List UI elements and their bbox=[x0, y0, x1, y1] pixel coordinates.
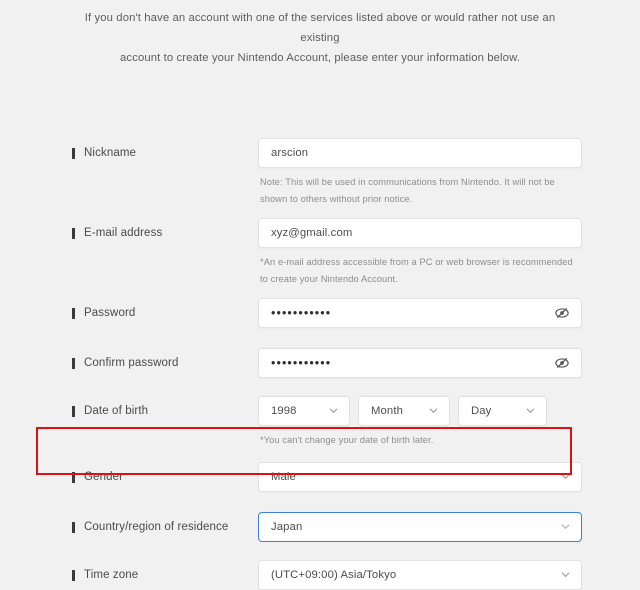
signup-form-page: If you don't have an account with one of… bbox=[0, 0, 640, 590]
field-row-timezone: Time zone (UTC+09:00) Asia/Tokyo bbox=[0, 560, 640, 590]
field-row-country: Country/region of residence Japan bbox=[0, 512, 640, 543]
intro-paragraph: If you don't have an account with one of… bbox=[0, 0, 640, 68]
field-row-gender: Gender Male bbox=[0, 462, 640, 493]
confirm-password-input[interactable]: ••••••••••• bbox=[258, 348, 582, 379]
date-of-birth-note: *You can't change your date of birth lat… bbox=[260, 435, 434, 446]
required-marker-icon bbox=[72, 521, 75, 533]
label-confirm-password: Confirm password bbox=[72, 348, 258, 369]
label-password-text: Password bbox=[84, 307, 136, 320]
required-marker-icon bbox=[72, 471, 75, 483]
country-select[interactable]: Japan bbox=[258, 512, 582, 543]
birth-year-select[interactable]: 1998 bbox=[258, 396, 350, 427]
label-timezone: Time zone bbox=[72, 560, 258, 581]
field-cell-password: ••••••••••• bbox=[258, 298, 582, 329]
confirm-password-input-value: ••••••••••• bbox=[271, 356, 332, 371]
country-value: Japan bbox=[271, 521, 303, 534]
label-password: Password bbox=[72, 298, 258, 319]
nickname-note: Note: This will be used in communication… bbox=[260, 177, 555, 204]
label-nickname-text: Nickname bbox=[84, 147, 137, 160]
label-timezone-text: Time zone bbox=[84, 569, 139, 582]
label-email: E-mail address bbox=[72, 218, 258, 239]
required-marker-icon bbox=[72, 227, 75, 239]
label-date-of-birth-text: Date of birth bbox=[84, 405, 149, 418]
birth-month-select[interactable]: Month bbox=[358, 396, 450, 427]
field-row-date-of-birth: Date of birth 1998 Month Day *You can't … bbox=[0, 396, 640, 448]
required-marker-icon bbox=[72, 569, 75, 581]
intro-line-2: account to create your Nintendo Account,… bbox=[120, 51, 520, 64]
eye-slash-icon[interactable] bbox=[555, 306, 569, 320]
label-confirm-password-text: Confirm password bbox=[84, 357, 179, 370]
label-country-text: Country/region of residence bbox=[84, 521, 229, 534]
chevron-down-icon bbox=[329, 406, 338, 415]
field-cell-confirm-password: ••••••••••• bbox=[258, 348, 582, 379]
nickname-input[interactable]: arscion bbox=[258, 138, 582, 169]
label-country: Country/region of residence bbox=[72, 512, 258, 533]
email-input[interactable]: xyz@gmail.com bbox=[258, 218, 582, 249]
label-gender-text: Gender bbox=[84, 471, 124, 484]
intro-line-1: If you don't have an account with one of… bbox=[84, 12, 556, 44]
birth-day-select[interactable]: Day bbox=[458, 396, 547, 427]
chevron-down-icon bbox=[561, 472, 570, 481]
label-date-of-birth: Date of birth bbox=[72, 396, 258, 417]
date-of-birth-group: 1998 Month Day bbox=[258, 396, 582, 427]
field-cell-gender: Male bbox=[258, 462, 582, 493]
label-gender: Gender bbox=[72, 462, 258, 483]
password-input[interactable]: ••••••••••• bbox=[258, 298, 582, 329]
field-row-password: Password ••••••••••• bbox=[0, 298, 640, 329]
chevron-down-icon bbox=[561, 570, 570, 579]
required-marker-icon bbox=[72, 357, 75, 369]
required-marker-icon bbox=[72, 307, 75, 319]
field-cell-email: xyz@gmail.com *An e-mail address accessi… bbox=[258, 218, 582, 287]
birth-month-value: Month bbox=[371, 405, 403, 418]
field-row-email: E-mail address xyz@gmail.com *An e-mail … bbox=[0, 218, 640, 287]
eye-slash-icon[interactable] bbox=[555, 356, 569, 370]
label-nickname: Nickname bbox=[72, 138, 258, 159]
chevron-down-icon bbox=[526, 406, 535, 415]
email-note: *An e-mail address accessible from a PC … bbox=[260, 257, 573, 284]
required-marker-icon bbox=[72, 405, 75, 417]
birth-year-value: 1998 bbox=[271, 405, 297, 418]
password-input-value: ••••••••••• bbox=[271, 306, 332, 321]
nickname-input-value: arscion bbox=[271, 147, 309, 160]
timezone-value: (UTC+09:00) Asia/Tokyo bbox=[271, 569, 397, 582]
field-cell-nickname: arscion Note: This will be used in commu… bbox=[258, 138, 582, 207]
field-cell-country: Japan bbox=[258, 512, 582, 543]
field-row-nickname: Nickname arscion Note: This will be used… bbox=[0, 138, 640, 207]
chevron-down-icon bbox=[429, 406, 438, 415]
birth-day-value: Day bbox=[471, 405, 492, 418]
gender-value: Male bbox=[271, 471, 296, 484]
required-marker-icon bbox=[72, 147, 75, 159]
field-cell-timezone: (UTC+09:00) Asia/Tokyo bbox=[258, 560, 582, 590]
gender-select[interactable]: Male bbox=[258, 462, 582, 493]
timezone-select[interactable]: (UTC+09:00) Asia/Tokyo bbox=[258, 560, 582, 590]
label-email-text: E-mail address bbox=[84, 227, 163, 240]
field-row-confirm-password: Confirm password ••••••••••• bbox=[0, 348, 640, 379]
email-input-value: xyz@gmail.com bbox=[271, 227, 353, 240]
chevron-down-icon bbox=[561, 522, 570, 531]
field-cell-date-of-birth: 1998 Month Day *You can't change your da… bbox=[258, 396, 582, 448]
